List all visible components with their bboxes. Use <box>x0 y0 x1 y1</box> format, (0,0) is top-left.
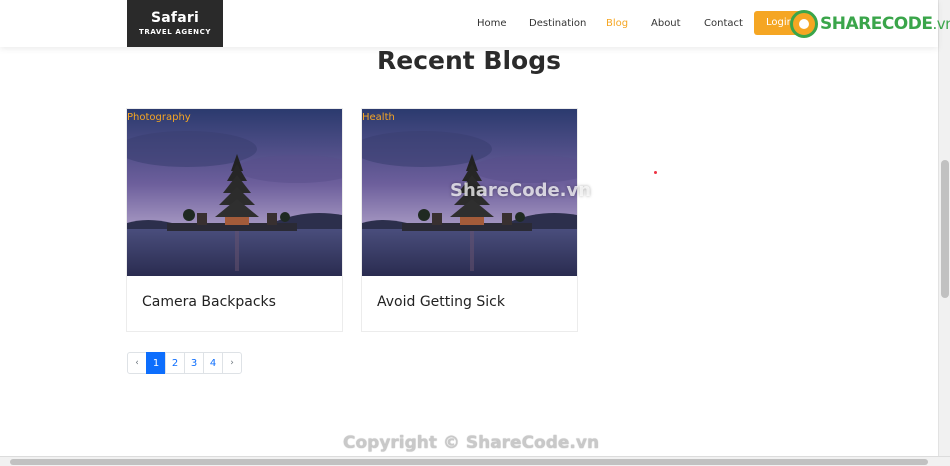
stray-dot <box>654 171 657 174</box>
page-next-button[interactable]: › <box>222 352 242 374</box>
sharecode-logo-icon <box>790 10 818 38</box>
horizontal-scrollbar-thumb[interactable] <box>10 459 928 465</box>
blog-card-title[interactable]: Camera Backpacks <box>142 294 276 310</box>
page: Safari TRAVEL AGENCY Home Destination Bl… <box>0 0 950 466</box>
sharecode-logo: SHARECODE.vn <box>790 8 950 40</box>
page-button-2[interactable]: 2 <box>165 352 185 374</box>
nav-about[interactable]: About <box>651 18 681 29</box>
watermark-copyright: Copyright © ShareCode.vn <box>343 433 600 453</box>
blog-card-tag[interactable]: Photography <box>127 112 191 123</box>
brand-subtitle: TRAVEL AGENCY <box>138 28 211 36</box>
page-button-3[interactable]: 3 <box>184 352 204 374</box>
pagination: ‹ 1 2 3 4 › <box>127 352 242 374</box>
page-button-4[interactable]: 4 <box>203 352 223 374</box>
temple-lake-image <box>127 109 342 276</box>
sharecode-logo-text: SHARECODE.vn <box>820 14 950 34</box>
blog-card[interactable]: Health Avoid Getting Sick <box>361 108 578 332</box>
vertical-scrollbar-thumb[interactable] <box>941 160 949 298</box>
horizontal-scrollbar[interactable] <box>0 456 950 466</box>
nav-home[interactable]: Home <box>477 18 507 29</box>
blog-card-tag[interactable]: Health <box>362 112 395 123</box>
section-title: Recent Blogs <box>376 46 561 75</box>
blog-card-image[interactable]: Photography <box>127 109 342 276</box>
brand-name: Safari <box>151 10 199 26</box>
brand-logo[interactable]: Safari TRAVEL AGENCY <box>127 0 223 47</box>
vertical-scrollbar[interactable] <box>938 0 950 456</box>
nav-destination[interactable]: Destination <box>529 18 586 29</box>
blog-card[interactable]: Photography Camera Backpacks <box>126 108 343 332</box>
blog-card-title[interactable]: Avoid Getting Sick <box>377 294 505 310</box>
page-button-1[interactable]: 1 <box>146 352 166 374</box>
nav-blog[interactable]: Blog <box>606 18 628 29</box>
watermark-center: ShareCode.vn <box>450 180 592 201</box>
nav-contact[interactable]: Contact <box>704 18 743 29</box>
page-prev-button[interactable]: ‹ <box>127 352 147 374</box>
